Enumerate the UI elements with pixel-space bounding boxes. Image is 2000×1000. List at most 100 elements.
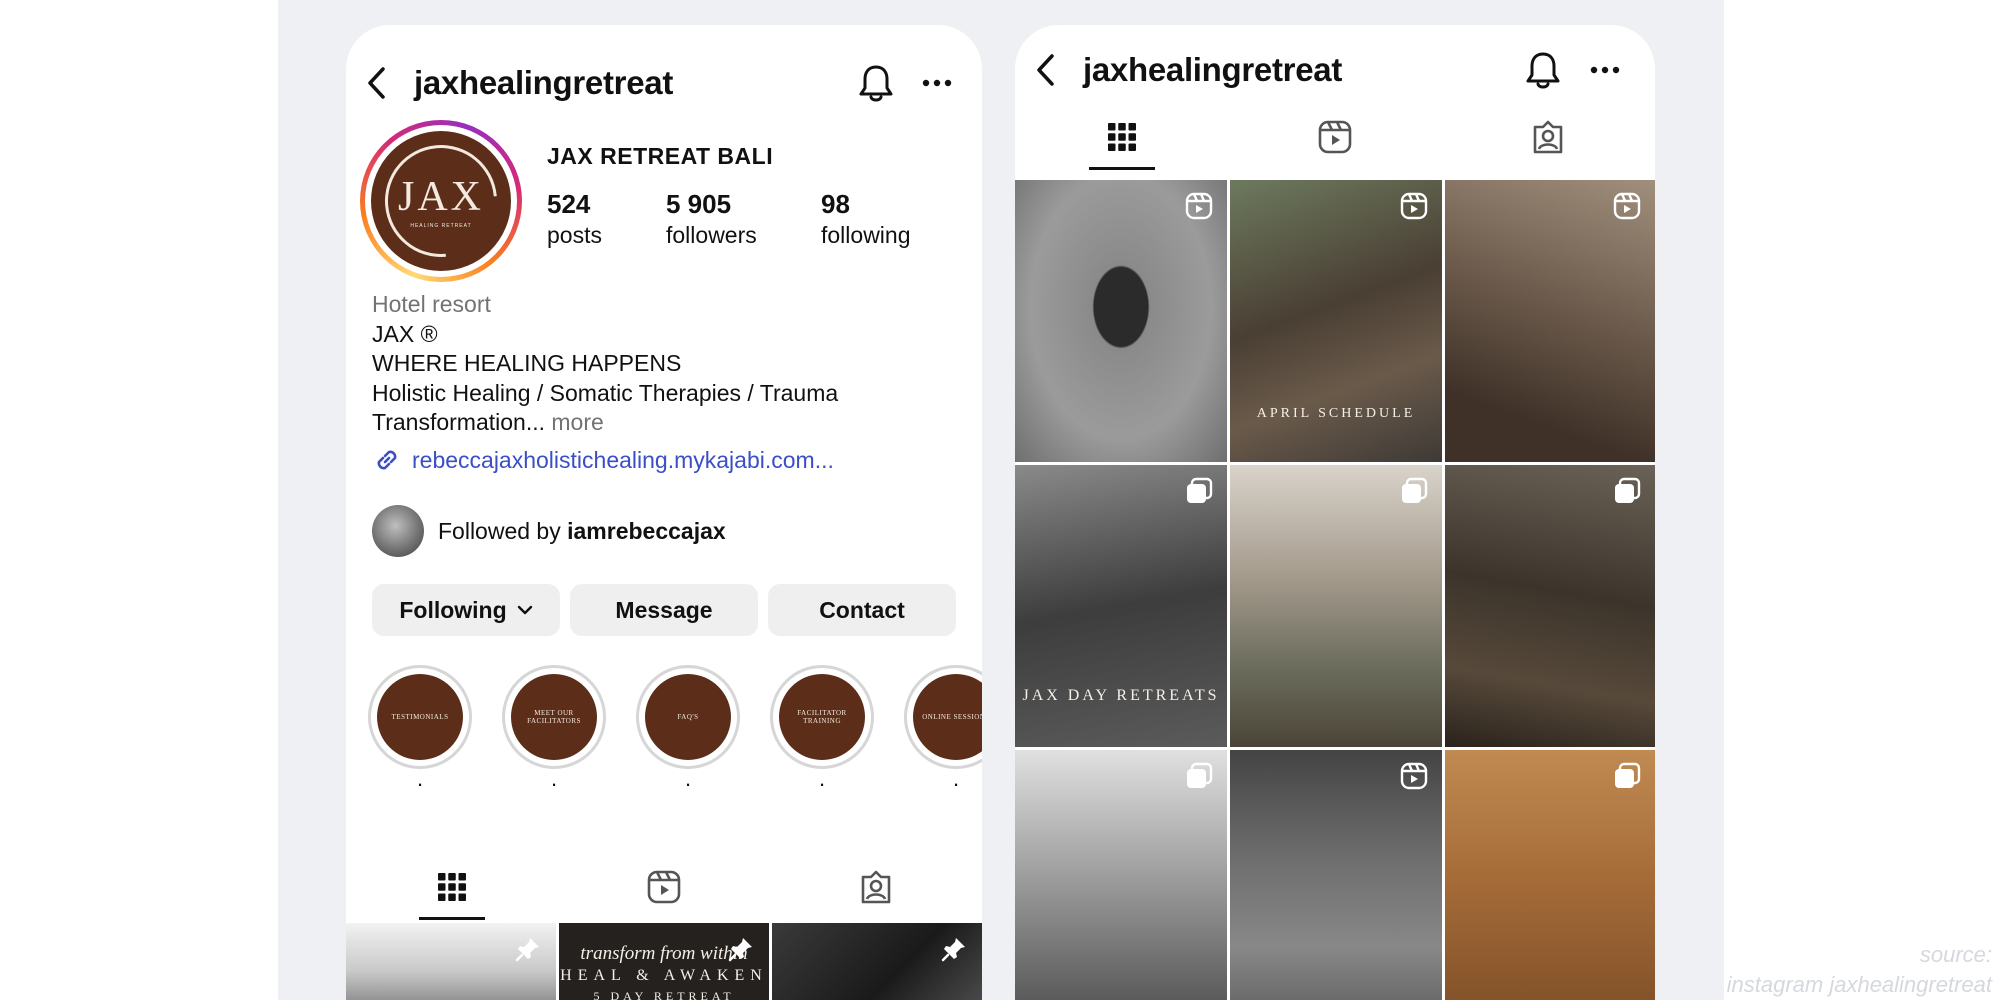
post-thumbnail[interactable] xyxy=(772,923,982,1000)
story-highlight[interactable]: ONLINE SESSIONS . xyxy=(904,665,982,791)
pin-icon xyxy=(941,938,965,962)
carousel-badge-icon xyxy=(1402,477,1428,503)
contact-button[interactable]: Contact xyxy=(768,584,956,636)
carousel-badge-icon xyxy=(1615,762,1641,788)
following-stat[interactable]: 98 following xyxy=(821,189,911,249)
highlight-ring: MEET OUR FACILITATORS xyxy=(502,665,606,769)
story-highlight[interactable]: FAQ'S . xyxy=(636,665,740,791)
post-thumbnail[interactable] xyxy=(1015,180,1227,462)
profile-avatar[interactable]: JAX HEALING RETREAT xyxy=(360,120,522,282)
posts-stat[interactable]: 524 posts xyxy=(547,189,602,249)
tab-reels[interactable] xyxy=(1228,104,1441,170)
following-count: 98 xyxy=(821,189,850,219)
followers-stat[interactable]: 5 905 followers xyxy=(666,189,757,249)
following-button[interactable]: Following xyxy=(372,584,560,636)
followers-count: 5 905 xyxy=(666,189,732,219)
follower-avatar xyxy=(372,505,424,557)
tagged-icon xyxy=(1534,120,1563,154)
post-thumbnail[interactable] xyxy=(1015,750,1227,1000)
bio-more-link[interactable]: more xyxy=(551,409,603,435)
story-highlight[interactable]: FACILITATOR TRAINING . xyxy=(770,665,874,790)
reel-badge-icon xyxy=(1613,192,1641,220)
highlight-title: . xyxy=(952,766,960,791)
link-icon xyxy=(372,445,402,475)
carousel-badge-icon xyxy=(1187,762,1213,788)
bell-icon[interactable] xyxy=(1521,48,1565,92)
post-thumbnail[interactable]: JAX DAY RETREATS xyxy=(1015,465,1227,747)
highlight-cover: FACILITATOR TRAINING xyxy=(779,674,865,760)
carousel-badge-icon xyxy=(1187,477,1213,503)
profile-tabs xyxy=(1015,104,1655,170)
post-thumbnail[interactable] xyxy=(1445,465,1655,747)
bio-line: Holistic Healing / Somatic Therapies / T… xyxy=(372,379,839,406)
source-label: source: xyxy=(1919,942,1992,967)
contact-button-label: Contact xyxy=(819,596,905,623)
more-options-icon[interactable] xyxy=(915,61,959,105)
highlight-title: . xyxy=(416,766,424,791)
post-thumbnail[interactable] xyxy=(1230,750,1442,1000)
display-name: JAX RETREAT BALI xyxy=(547,143,774,169)
following-button-label: Following xyxy=(399,596,507,623)
posts-grid: APRIL SCHEDULE JAX DAY RETREATS xyxy=(1015,180,1655,1000)
tab-posts-grid[interactable] xyxy=(1015,104,1228,170)
story-highlight[interactable]: MEET OUR FACILITATORS . xyxy=(502,665,606,791)
highlight-cover: TESTIMONIALS xyxy=(377,674,463,760)
reel-badge-icon xyxy=(1400,762,1428,790)
bio-line: WHERE HEALING HAPPENS xyxy=(372,350,682,376)
website-link-text[interactable]: rebeccajaxholistichealing.mykajabi.com..… xyxy=(412,447,834,474)
back-arrow-icon[interactable] xyxy=(1025,50,1065,90)
followed-by-prefix: Followed by xyxy=(438,517,561,544)
post-thumbnail[interactable]: APRIL SCHEDULE xyxy=(1230,180,1442,462)
post-thumbnail[interactable]: transform from within HEAL & AWAKEN 5 DA… xyxy=(559,923,769,1000)
source-text: instagram jaxhealingretreat xyxy=(1726,972,1992,997)
post-thumbnail[interactable] xyxy=(1230,465,1442,747)
profile-tabs xyxy=(346,854,982,920)
following-label: following xyxy=(821,222,911,248)
pin-icon xyxy=(515,938,539,962)
grid-icon xyxy=(438,873,466,901)
profile-screen-right: jaxhealingretreat APRIL SCHEDULE JAX DAY… xyxy=(1015,25,1655,1000)
source-credit: source: instagram jaxhealingretreat xyxy=(1727,940,1992,1000)
bio-line: Transformation... more xyxy=(372,408,952,438)
highlight-cover: ONLINE SESSIONS xyxy=(913,674,982,760)
profile-handle: jaxhealingretreat xyxy=(1083,51,1343,88)
post-thumbnail[interactable] xyxy=(346,923,556,1000)
post-thumbnail[interactable] xyxy=(1445,750,1655,1000)
tab-tagged[interactable] xyxy=(1442,104,1655,170)
tagged-icon xyxy=(861,870,891,904)
carousel-badge-icon xyxy=(1615,477,1641,503)
highlight-cover: FAQ'S xyxy=(645,674,731,760)
highlight-ring: TESTIMONIALS xyxy=(368,665,472,769)
posts-label: posts xyxy=(547,222,602,248)
website-link[interactable]: rebeccajaxholistichealing.mykajabi.com..… xyxy=(372,445,834,475)
profile-screen-left: jaxhealingretreat JAX HEALING RETREAT JA… xyxy=(346,25,982,1000)
tab-posts-grid[interactable] xyxy=(346,854,558,920)
profile-top-bar: jaxhealingretreat xyxy=(1015,30,1655,110)
posts-count: 524 xyxy=(547,189,591,219)
pin-icon xyxy=(728,938,752,962)
post-thumbnail[interactable] xyxy=(1445,180,1655,462)
posts-grid: transform from within HEAL & AWAKEN 5 DA… xyxy=(346,923,982,1000)
tab-tagged[interactable] xyxy=(770,854,982,920)
followed-by-user[interactable]: iamrebeccajax xyxy=(567,518,726,545)
back-arrow-icon[interactable] xyxy=(356,63,396,103)
avatar-border: JAX HEALING RETREAT xyxy=(362,122,520,280)
tab-reels[interactable] xyxy=(558,854,770,920)
highlight-title: . xyxy=(550,766,558,791)
profile-bio: Hotel resort JAX ® WHERE HEALING HAPPENS… xyxy=(372,290,952,438)
story-highlight[interactable]: TESTIMONIALS . xyxy=(368,665,472,791)
message-button[interactable]: Message xyxy=(570,584,758,636)
bell-icon[interactable] xyxy=(854,61,898,105)
grid-icon xyxy=(1107,123,1136,151)
followed-by[interactable]: Followed by iamrebeccajax xyxy=(372,505,726,557)
highlight-cover: MEET OUR FACILITATORS xyxy=(511,674,597,760)
more-options-icon[interactable] xyxy=(1583,48,1627,92)
bio-line-text: Transformation... xyxy=(372,409,545,435)
bio-category: Hotel resort xyxy=(372,291,491,317)
reels-icon xyxy=(647,870,681,904)
profile-handle: jaxhealingretreat xyxy=(414,64,674,101)
highlight-ring: ONLINE SESSIONS xyxy=(904,665,982,769)
highlight-title: . xyxy=(684,766,692,791)
followers-label: followers xyxy=(666,222,757,248)
post-caption: APRIL SCHEDULE xyxy=(1256,406,1416,421)
